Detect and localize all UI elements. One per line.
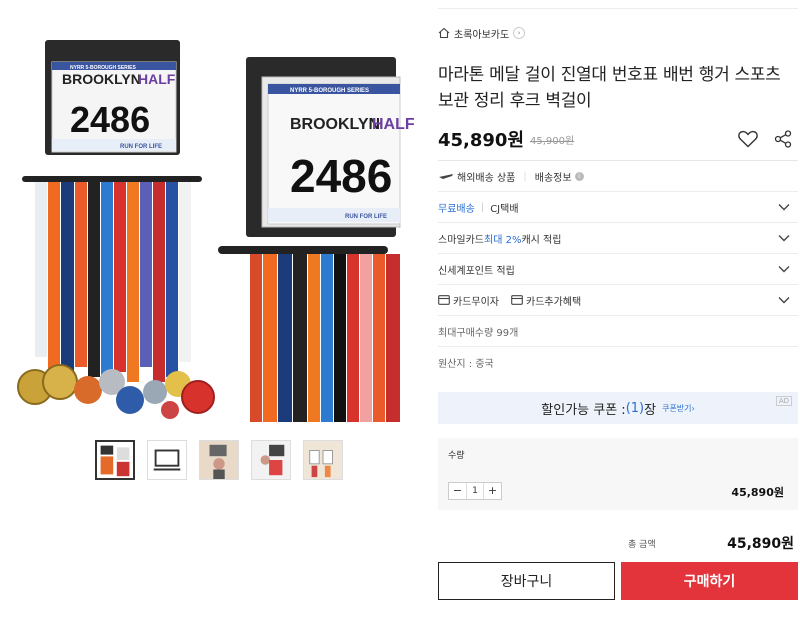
bib-series-right: NYRR 5-BOROUGH SERIES (290, 88, 369, 94)
quantity-minus-button[interactable]: − (449, 483, 466, 499)
card-extra-benefit-label[interactable]: 카드추가혜택 (526, 293, 581, 308)
medals-left (17, 364, 215, 419)
smile-card-label: 스마일카드 (438, 234, 484, 246)
quantity-label: 수량 (448, 451, 465, 461)
top-divider (438, 8, 798, 9)
delivery-row[interactable]: 무료배송 | CJ택배 (438, 192, 798, 223)
thumbnail-strip (95, 440, 343, 480)
total-price: 45,890원 (727, 536, 794, 552)
origin-row: 원산지 : 중국 (438, 347, 798, 378)
total-row: 총 금액 45,890원 (438, 532, 798, 554)
max-quantity-label: 최대구매수량 99개 (438, 327, 519, 339)
chevron-down-icon[interactable] (778, 296, 790, 304)
coupon-unit: 장 (644, 402, 657, 418)
thumbnail-5[interactable] (303, 440, 343, 480)
chevron-down-icon[interactable] (778, 203, 790, 211)
coupon-download-link[interactable]: 쿠폰받기› (662, 403, 695, 414)
card-icon (438, 295, 450, 305)
store-name[interactable]: 초록아보카도 (454, 26, 509, 41)
add-to-cart-button[interactable]: 장바구니 (438, 562, 615, 600)
home-icon (438, 27, 450, 39)
total-label: 총 금액 (628, 539, 656, 550)
chevron-down-icon[interactable] (778, 265, 790, 273)
origin-label: 원산지 : 중국 (438, 359, 494, 370)
share-icon[interactable] (774, 130, 792, 148)
thumbnail-1[interactable] (95, 440, 135, 480)
coupon-count: (1) (625, 400, 645, 416)
smile-card-suffix: 캐시 적립 (521, 234, 562, 246)
quantity-plus-button[interactable]: + (484, 483, 501, 499)
card-interest-free-label[interactable]: 카드무이자 (453, 293, 499, 308)
purchase-buttons: 장바구니 구매하기 (438, 562, 798, 600)
heart-icon[interactable] (738, 130, 758, 148)
bib-footer-left: RUN FOR LIFE (120, 144, 162, 150)
quantity-input[interactable]: 1 (466, 483, 484, 499)
original-price: 45,900원 (530, 135, 575, 147)
product-title: 마라톤 메달 걸이 진열대 번호표 배번 행거 스포츠 보관 정리 후크 벽걸이 (438, 65, 781, 111)
bib-number-left: 2486 (70, 99, 150, 140)
chevron-right-icon: › (513, 27, 526, 39)
bib-footer-right: RUN FOR LIFE (345, 214, 387, 220)
coupon-text: 할인가능 쿠폰 : (541, 402, 626, 418)
bib-title-right-a: BROOKLYN (290, 116, 380, 133)
price-row: 45,890원 45,900원 (438, 126, 798, 152)
thumbnail-4[interactable] (251, 440, 291, 480)
ad-badge: AD (775, 396, 792, 406)
coupon-banner[interactable]: 할인가능 쿠폰 : (1) 장 쿠폰받기› AD (438, 392, 798, 424)
card-icon (511, 295, 523, 305)
smile-card-row[interactable]: 스마일카드 최대 2% 캐시 적립 (438, 223, 798, 254)
product-main-image[interactable]: NYRR 5-BOROUGH SERIES BROOKLYN HALF 2486… (0, 22, 420, 422)
shipping-info-link[interactable]: 배송정보 (535, 169, 572, 184)
thumbnail-3[interactable] (199, 440, 239, 480)
product-info-panel: 초록아보카도 › 마라톤 메달 걸이 진열대 번호표 배번 행거 스포츠 보관 … (438, 22, 798, 600)
bib-title-left-b: HALF (138, 71, 176, 87)
ribbons-right (250, 254, 400, 422)
thumbnail-2[interactable] (147, 440, 187, 480)
chevron-down-icon[interactable] (778, 234, 790, 242)
bib-title-right-b: HALF (372, 116, 415, 133)
smile-card-rate: 최대 2% (484, 234, 522, 246)
shinsegae-point-row[interactable]: 신세계포인트 적립 (438, 254, 798, 285)
carrier-label: CJ택배 (490, 203, 519, 215)
bib-title-left-a: BROOKLYN (62, 71, 141, 87)
overseas-shipping-label: 해외배송 상품 (457, 172, 516, 184)
sale-price: 45,890원 (438, 130, 525, 151)
max-quantity-row: 최대구매수량 99개 (438, 316, 798, 347)
quantity-stepper: − 1 + (448, 482, 502, 500)
medal-hanger-photo: NYRR 5-BOROUGH SERIES BROOKLYN HALF 2486… (17, 40, 415, 422)
quantity-box: 수량 − 1 + 45,890원 (438, 438, 798, 510)
shipping-info-row: 해외배송 상품 | 배송정보 i (438, 161, 798, 192)
plane-icon (439, 174, 453, 179)
quantity-line-price: 45,890원 (731, 486, 784, 499)
breadcrumb[interactable]: 초록아보카도 › (438, 22, 798, 44)
bib-number-right: 2486 (290, 150, 392, 202)
shinsegae-point-label: 신세계포인트 적립 (438, 265, 515, 277)
card-benefits-row[interactable]: 카드무이자 카드추가혜택 (438, 285, 798, 316)
free-shipping-label: 무료배송 (438, 203, 475, 215)
info-icon[interactable]: i (574, 171, 584, 181)
buy-now-button[interactable]: 구매하기 (621, 562, 798, 600)
ribbons-left (35, 182, 191, 387)
